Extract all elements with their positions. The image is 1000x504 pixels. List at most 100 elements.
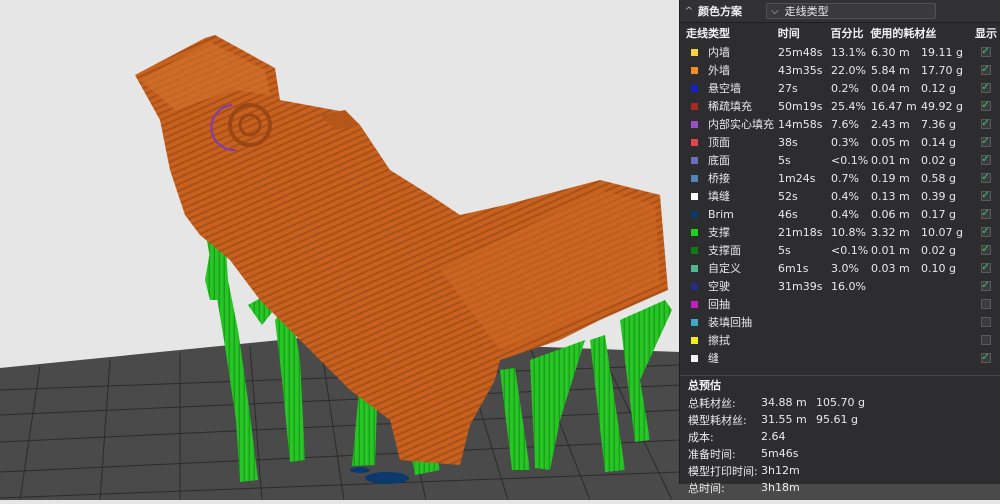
header-time: 时间: [777, 27, 800, 40]
summary-key: 成本:: [688, 430, 714, 444]
summary-value-1: 2.64: [761, 430, 786, 443]
table-row: 装填回抽: [680, 313, 1000, 331]
show-checkbox[interactable]: ✓: [980, 65, 991, 75]
row-time: 5s: [778, 243, 791, 257]
color-swatch: [690, 210, 698, 218]
swatch-cell: [680, 174, 708, 182]
row-length: 0.03 m: [871, 261, 910, 275]
row-label: 底面: [708, 154, 730, 167]
show-cell: ✓: [973, 47, 998, 57]
show-cell: ✓: [973, 245, 998, 255]
row-label: Brim: [708, 207, 734, 221]
row-label: 外墙: [708, 64, 730, 77]
show-checkbox[interactable]: [980, 317, 991, 327]
row-time: 43m35s: [778, 63, 823, 77]
row-label: 支撑: [708, 226, 730, 239]
table-row: 擦拭: [680, 331, 1000, 349]
row-length: 0.06 m: [871, 207, 910, 221]
row-weight: 10.07 g: [921, 225, 963, 239]
color-scheme-select[interactable]: ⌵ 走线类型: [766, 3, 936, 19]
show-checkbox[interactable]: ✓: [980, 173, 991, 183]
color-scheme-panel: ^ 颜色方案 ⌵ 走线类型 走线类型 时间 百分比 使用的耗材丝 显示 内墙 25…: [679, 0, 1000, 495]
row-length: 2.43 m: [871, 117, 910, 131]
summary-value-1: 31.55 m: [761, 413, 807, 426]
row-label: 内部实心填充: [708, 118, 774, 131]
show-checkbox[interactable]: ✓: [980, 245, 991, 255]
row-label: 顶面: [708, 136, 730, 149]
row-label: 悬空墙: [708, 82, 741, 95]
row-label: 稀疏填充: [708, 100, 752, 113]
table-row: 缝 ✓: [680, 349, 1000, 367]
swatch-cell: [680, 48, 708, 56]
show-cell: ✓: [973, 101, 998, 111]
show-checkbox[interactable]: ✓: [980, 353, 991, 363]
show-checkbox[interactable]: ✓: [980, 281, 991, 291]
summary-key: 总时间:: [688, 481, 725, 495]
row-percent: 13.1%: [831, 45, 866, 59]
row-weight: 0.58 g: [921, 171, 956, 185]
show-checkbox[interactable]: ✓: [980, 83, 991, 93]
row-weight: 0.17 g: [921, 207, 956, 221]
table-row: 回抽: [680, 295, 1000, 313]
row-time: 31m39s: [778, 279, 823, 293]
swatch-cell: [680, 210, 708, 218]
row-percent: 16.0%: [831, 279, 866, 293]
show-checkbox[interactable]: ✓: [980, 209, 991, 219]
row-time: 25m48s: [778, 45, 823, 59]
color-swatch: [690, 354, 698, 362]
show-cell: [973, 317, 998, 327]
header-show: 显示: [975, 27, 998, 40]
table-row: 支撑 21m18s 10.8% 3.32 m 10.07 g ✓: [680, 223, 1000, 241]
show-checkbox[interactable]: [980, 299, 991, 309]
show-checkbox[interactable]: ✓: [980, 191, 991, 201]
collapse-caret-icon[interactable]: ^: [680, 6, 698, 17]
swatch-cell: [680, 246, 708, 254]
summary-value-1: 5m46s: [761, 447, 799, 460]
show-cell: ✓: [973, 281, 998, 291]
show-checkbox[interactable]: [980, 335, 991, 345]
swatch-cell: [680, 120, 708, 128]
show-checkbox[interactable]: ✓: [980, 119, 991, 129]
summary-row: 总时间: 3h18m: [680, 479, 1000, 496]
table-row: 内部实心填充 14m58s 7.6% 2.43 m 7.36 g ✓: [680, 115, 1000, 133]
color-swatch: [690, 192, 698, 200]
color-swatch: [690, 228, 698, 236]
row-length: 16.47 m: [871, 99, 917, 113]
table-row: 悬空墙 27s 0.2% 0.04 m 0.12 g ✓: [680, 79, 1000, 97]
show-checkbox[interactable]: ✓: [980, 155, 991, 165]
row-time: 46s: [778, 207, 798, 221]
row-percent: 0.3%: [831, 135, 859, 149]
show-checkbox[interactable]: ✓: [980, 263, 991, 273]
swatch-cell: [680, 264, 708, 272]
row-length: 0.01 m: [871, 243, 910, 257]
row-label: 回抽: [708, 298, 730, 311]
show-checkbox[interactable]: ✓: [980, 101, 991, 111]
show-checkbox[interactable]: ✓: [980, 137, 991, 147]
show-cell: ✓: [973, 353, 998, 363]
summary-key: 模型打印时间:: [688, 464, 758, 478]
row-time: 27s: [778, 81, 798, 95]
row-label: 自定义: [708, 262, 741, 275]
row-time: 21m18s: [778, 225, 823, 239]
color-swatch: [690, 120, 698, 128]
row-percent: 10.8%: [831, 225, 866, 239]
row-weight: 7.36 g: [921, 117, 956, 131]
swatch-cell: [680, 318, 708, 326]
table-row: 桥接 1m24s 0.7% 0.19 m 0.58 g ✓: [680, 169, 1000, 187]
summary-row: 模型耗材丝: 31.55 m 95.61 g: [680, 411, 1000, 428]
header-percent: 百分比: [830, 27, 864, 40]
color-swatch: [690, 300, 698, 308]
row-label: 支撑面: [708, 244, 741, 257]
show-cell: ✓: [973, 83, 998, 93]
row-length: 0.19 m: [871, 171, 910, 185]
show-checkbox[interactable]: ✓: [980, 47, 991, 57]
row-percent: 3.0%: [831, 261, 859, 275]
color-swatch: [690, 282, 698, 290]
row-length: 0.05 m: [871, 135, 910, 149]
row-weight: 19.11 g: [921, 45, 963, 59]
color-swatch: [690, 174, 698, 182]
show-cell: ✓: [973, 119, 998, 129]
summary-value-1: 3h12m: [761, 464, 800, 477]
show-checkbox[interactable]: ✓: [980, 227, 991, 237]
show-cell: [973, 299, 998, 309]
